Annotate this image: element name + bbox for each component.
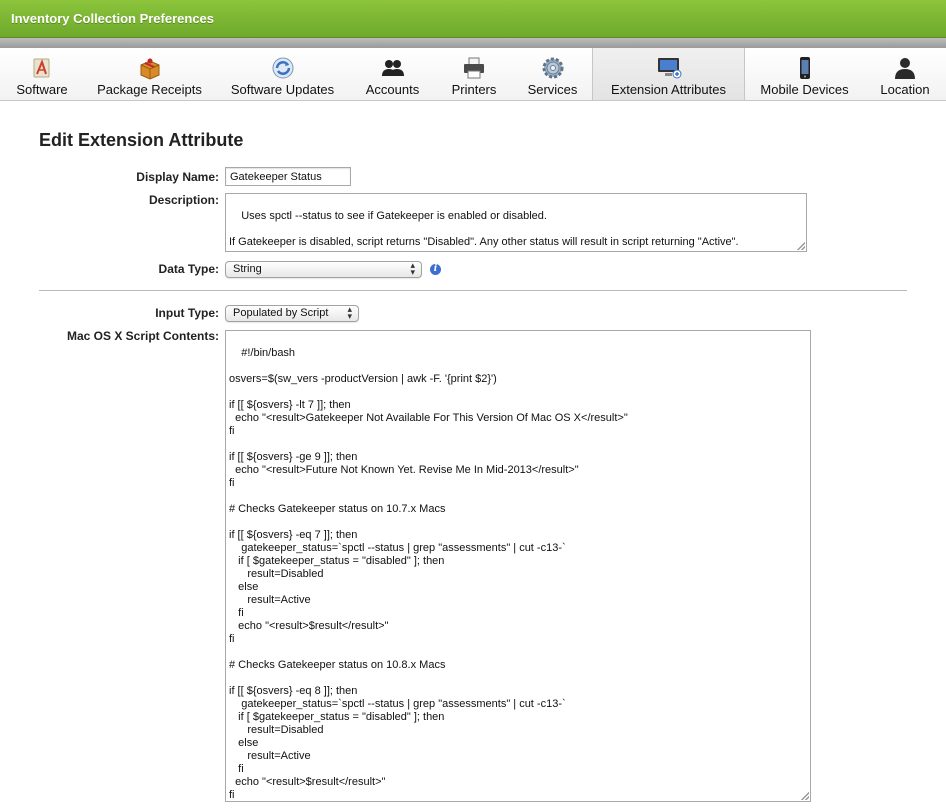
- tab-label: Mobile Devices: [760, 82, 849, 97]
- tab-extension-attributes[interactable]: Extension Attributes: [592, 48, 745, 100]
- script-contents-textarea[interactable]: #!/bin/bash osvers=$(sw_vers -productVer…: [225, 330, 811, 802]
- printer-icon: [464, 57, 484, 79]
- description-label: Description:: [148, 193, 219, 207]
- phone-icon: [799, 57, 810, 79]
- gear-icon: [542, 57, 563, 79]
- software-icon: [33, 58, 50, 78]
- tab-software[interactable]: Software: [0, 48, 84, 100]
- tab-accounts[interactable]: Accounts: [350, 48, 435, 100]
- display-name-input[interactable]: [225, 167, 351, 186]
- resize-handle[interactable]: [801, 792, 809, 800]
- tab-label: Software Updates: [230, 82, 335, 97]
- person-icon: [895, 58, 915, 79]
- data-type-label: Data Type:: [158, 262, 219, 276]
- script-text: #!/bin/bash osvers=$(sw_vers -productVer…: [229, 347, 628, 801]
- input-type-select[interactable]: Populated by Script ▴ ▾: [225, 305, 359, 322]
- info-icon[interactable]: i: [430, 264, 441, 275]
- tab-label: Printers: [451, 82, 497, 97]
- tab-label: Accounts: [365, 82, 420, 97]
- window-titlebar: Inventory Collection Preferences: [0, 0, 946, 38]
- edit-extension-attribute-form: Edit Extension Attribute Display Name: D…: [0, 101, 946, 809]
- select-arrows-icon: ▴ ▾: [347, 304, 352, 321]
- description-text: Uses spctl --status to see if Gatekeeper…: [229, 210, 739, 248]
- tab-label: Package Receipts: [97, 82, 202, 97]
- titlebar-separator: [0, 38, 946, 48]
- input-type-label: Input Type:: [155, 306, 219, 320]
- category-toolbar: Software Package Receipts Software Updat…: [0, 48, 946, 101]
- page-title: Edit Extension Attribute: [39, 130, 244, 150]
- software-update-icon: [272, 57, 293, 79]
- tab-label: Software: [16, 82, 68, 97]
- data-type-value: String: [233, 263, 262, 275]
- data-type-select[interactable]: String ▴ ▾: [225, 261, 422, 278]
- tab-location[interactable]: Location: [864, 48, 946, 100]
- tab-printers[interactable]: Printers: [435, 48, 513, 100]
- script-contents-label: Mac OS X Script Contents:: [66, 329, 219, 343]
- tab-label: Extension Attributes: [611, 82, 726, 97]
- tab-label: Services: [527, 82, 578, 97]
- monitor-add-icon: [657, 58, 681, 79]
- tab-mobile-devices[interactable]: Mobile Devices: [745, 48, 864, 100]
- package-icon: [140, 58, 159, 80]
- tab-services[interactable]: Services: [513, 48, 592, 100]
- tab-label: Location: [880, 82, 930, 97]
- select-arrows-icon: ▴ ▾: [410, 260, 415, 277]
- description-textarea[interactable]: Uses spctl --status to see if Gatekeeper…: [225, 193, 807, 252]
- tab-software-updates[interactable]: Software Updates: [215, 48, 350, 100]
- display-name-label: Display Name:: [136, 170, 219, 184]
- tab-package-receipts[interactable]: Package Receipts: [84, 48, 215, 100]
- window-title: Inventory Collection Preferences: [11, 11, 215, 26]
- accounts-icon: [381, 60, 404, 76]
- resize-handle[interactable]: [797, 242, 805, 250]
- input-type-value: Populated by Script: [233, 307, 329, 319]
- section-divider: [39, 290, 907, 291]
